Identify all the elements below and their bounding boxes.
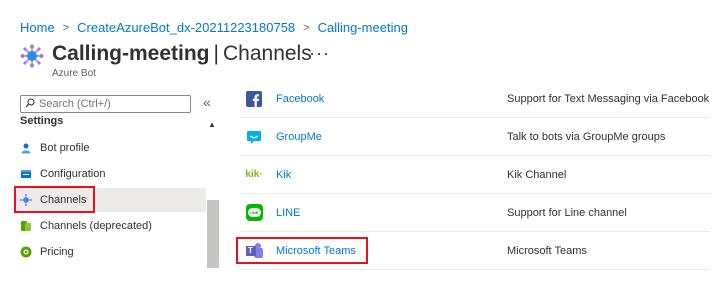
more-options-button[interactable]: ··· [309,43,330,64]
channel-description: Talk to bots via GroupMe groups [507,130,666,143]
sidebar-section-settings: Settings [20,116,64,127]
breadcrumb-bot[interactable]: Calling-meeting [318,20,408,35]
scroll-up-icon[interactable]: ▲ [208,120,216,129]
search-icon [25,98,35,111]
sidebar-item-configuration[interactable]: Configuration [14,162,206,186]
channels-deprecated-icon [20,220,32,232]
pricing-icon [20,246,32,258]
sidebar-item-channels-deprecated[interactable]: Channels (deprecated) [14,214,206,238]
channels-highlight-box [14,186,95,213]
resource-type: Azure Bot [52,68,96,79]
bot-profile-icon [20,142,32,154]
kik-icon: kik· [245,166,263,184]
channel-row-groupme: GroupMe Talk to bots via GroupMe groups [240,118,710,156]
kik-logo-text: kik· [245,169,263,180]
breadcrumb: Home > CreateAzureBot_dx-20211223180758 … [20,20,408,35]
channel-description: Microsoft Teams [507,244,587,257]
breadcrumb-resource-group[interactable]: CreateAzureBot_dx-20211223180758 [77,20,295,35]
channel-description: Support for Line channel [507,206,627,219]
sidebar-item-pricing[interactable]: Pricing [14,240,206,264]
sidebar-item-label: Pricing [40,246,74,258]
azure-bot-icon [20,44,44,68]
channel-link-kik[interactable]: Kik [276,169,291,181]
channel-link-facebook[interactable]: Facebook [276,93,324,105]
breadcrumb-separator: > [62,21,70,34]
search-input[interactable] [35,98,179,110]
teams-highlight-box [236,237,368,264]
line-icon: LINE [245,204,263,222]
channel-row-kik: kik· Kik Kik Channel [240,156,710,194]
facebook-icon [245,90,263,108]
collapse-sidebar-button[interactable]: « [203,94,211,110]
channel-link-groupme[interactable]: GroupMe [276,131,322,143]
resource-name: Calling-meeting [52,42,210,65]
breadcrumb-home[interactable]: Home [20,20,55,35]
channel-link-line[interactable]: LINE [276,207,300,219]
blade-name: Channels [222,42,312,65]
breadcrumb-separator: > [303,21,310,34]
channel-row-facebook: Facebook Support for Text Messaging via … [240,80,710,118]
channel-row-line: LINE LINE Support for Line channel [240,194,710,232]
title-divider: | [213,42,219,65]
search-box[interactable] [20,95,191,113]
sidebar-item-label: Bot profile [40,142,90,154]
sidebar-item-label: Configuration [40,168,106,180]
page-title: Calling-meeting | Channels [52,42,312,66]
scrollbar-thumb[interactable] [207,200,219,268]
groupme-icon [245,128,263,146]
sidebar-item-bot-profile[interactable]: Bot profile [14,136,206,160]
channel-description: Kik Channel [507,168,567,181]
configuration-icon [20,168,32,180]
line-logo-text: LINE [247,208,261,217]
channel-description: Support for Text Messaging via Facebook [507,92,710,105]
sidebar-item-label: Channels (deprecated) [40,220,152,232]
